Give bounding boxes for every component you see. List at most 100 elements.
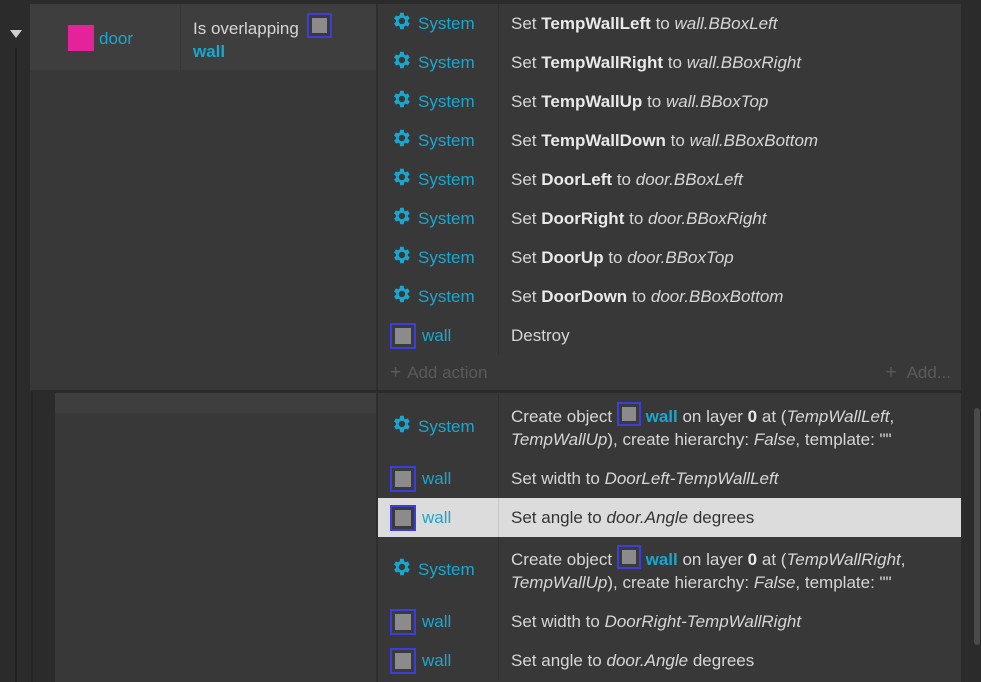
action-object-label: System	[418, 13, 475, 33]
action-verb: Set	[511, 14, 537, 33]
action-object-label: System	[418, 52, 475, 72]
action-connector: to	[608, 248, 623, 267]
wall-sprite-icon	[390, 465, 416, 492]
action-object-label: System	[418, 286, 475, 306]
punctuation: ,	[889, 407, 895, 426]
action-verb: Set	[511, 248, 537, 267]
sub-event-condition-cell[interactable]	[55, 393, 376, 413]
sub-action-row[interactable]: wall Set angle to door.Angle degrees	[378, 498, 961, 537]
action-verb: Set	[511, 209, 537, 228]
wall-sprite-icon	[307, 13, 332, 38]
action-text[interactable]: Destroy	[499, 324, 961, 347]
action-row[interactable]: System Set DoorLeft to door.BBoxLeft	[378, 160, 961, 199]
action-text[interactable]: Set DoorLeft to door.BBoxLeft	[499, 168, 961, 191]
gear-icon	[390, 127, 412, 154]
plus-icon: +	[390, 362, 402, 383]
action-text[interactable]: Set TempWallDown to wall.BBoxBottom	[499, 129, 961, 152]
gear-icon	[390, 556, 412, 583]
action-object-cell[interactable]: System	[378, 413, 498, 440]
action-row[interactable]: System Set TempWallUp to wall.BBoxTop	[378, 82, 961, 121]
action-row[interactable]: System Set DoorUp to door.BBoxTop	[378, 238, 961, 277]
add-action-button[interactable]: Add action	[407, 363, 487, 383]
sub-action-row[interactable]: System Create object wall on layer 0 at (…	[378, 394, 961, 459]
scrollbar-thumb[interactable]	[974, 408, 980, 645]
action-object-cell[interactable]: wall	[378, 647, 498, 674]
action-text[interactable]: Set angle to door.Angle degrees	[499, 506, 961, 529]
action-object-label: System	[418, 247, 475, 267]
action-text[interactable]: Set DoorRight to door.BBoxRight	[499, 207, 961, 230]
action-connector: to	[655, 14, 670, 33]
action-object-cell[interactable]: System	[378, 166, 498, 193]
condition-text: Is overlapping	[193, 19, 299, 38]
sub-action-row[interactable]: wall Set angle to door.Angle degrees	[378, 641, 961, 680]
action-object-cell[interactable]: System	[378, 49, 498, 76]
action-text[interactable]: Create object wall on layer 0 at (TempWa…	[499, 402, 961, 451]
action-row[interactable]: wall Destroy	[378, 316, 961, 355]
expression-value: TempWallLeft	[786, 407, 890, 426]
add-action-bar[interactable]: + Add action + Add...	[378, 358, 961, 388]
action-object-cell[interactable]: wall	[378, 608, 498, 635]
action-row[interactable]: System Set DoorDown to door.BBoxBottom	[378, 277, 961, 316]
punctuation: ,	[900, 550, 906, 569]
wall-sprite-icon	[390, 647, 416, 674]
door-sprite-icon	[68, 25, 94, 51]
action-text[interactable]: Set DoorDown to door.BBoxBottom	[499, 285, 961, 308]
add-more-button[interactable]: Add...	[907, 363, 951, 383]
expression-value: False	[753, 573, 796, 592]
gear-icon	[390, 205, 412, 232]
action-connector: to	[670, 131, 685, 150]
action-object-label: System	[418, 208, 475, 228]
action-connector: on layer	[682, 550, 743, 569]
action-object-label: System	[418, 91, 475, 111]
event-object-label: door	[99, 29, 134, 48]
action-object-label: wall	[422, 507, 452, 527]
action-text[interactable]: Set TempWallLeft to wall.BBoxLeft	[499, 12, 961, 35]
action-row[interactable]: System Set TempWallLeft to wall.BBoxLeft	[378, 4, 961, 43]
action-text[interactable]: Set TempWallRight to wall.BBoxRight	[499, 51, 961, 74]
sub-action-row[interactable]: wall Set width to DoorRight-TempWallRight	[378, 602, 961, 641]
layer-value: 0	[747, 407, 758, 426]
wall-sprite-icon	[616, 402, 641, 426]
action-text[interactable]: Create object wall on layer 0 at (TempWa…	[499, 545, 961, 594]
tree-guide-line	[31, 392, 33, 682]
gear-icon	[390, 49, 412, 76]
action-text[interactable]: Set width to DoorLeft-TempWallLeft	[499, 467, 961, 490]
action-object-cell[interactable]: System	[378, 556, 498, 583]
action-object-cell[interactable]: System	[378, 205, 498, 232]
action-verb: Set	[511, 53, 537, 72]
action-name: Destroy	[511, 326, 570, 345]
action-object-label: System	[418, 169, 475, 189]
action-object-label: System	[418, 559, 475, 579]
action-object-cell[interactable]: System	[378, 127, 498, 154]
action-connector: degrees	[692, 651, 755, 670]
action-connector: to	[629, 209, 644, 228]
plus-icon: +	[885, 362, 897, 383]
gear-icon	[390, 244, 412, 271]
action-verb: Create object	[511, 550, 613, 569]
action-text[interactable]: Set TempWallUp to wall.BBoxTop	[499, 90, 961, 113]
layer-value: 0	[747, 550, 758, 569]
action-object-cell[interactable]: System	[378, 88, 498, 115]
action-object-cell[interactable]: wall	[378, 465, 498, 492]
action-object-cell[interactable]: System	[378, 283, 498, 310]
action-text[interactable]: Set angle to door.Angle degrees	[499, 649, 961, 672]
action-row[interactable]: System Set TempWallRight to wall.BBoxRigh…	[378, 43, 961, 82]
action-object-label: wall	[422, 468, 452, 488]
tree-guide-line	[15, 48, 17, 682]
event-object-cell[interactable]: door	[30, 4, 180, 70]
sub-action-row[interactable]: System Create object wall on layer 0 at (…	[378, 537, 961, 602]
action-object-cell[interactable]: wall	[378, 322, 498, 349]
action-row[interactable]: System Set DoorRight to door.BBoxRight	[378, 199, 961, 238]
action-text[interactable]: Set DoorUp to door.BBoxTop	[499, 246, 961, 269]
action-text[interactable]: Set width to DoorRight-TempWallRight	[499, 610, 961, 633]
action-object-cell[interactable]: wall	[378, 504, 498, 531]
action-row[interactable]: System Set TempWallDown to wall.BBoxBotto…	[378, 121, 961, 160]
sub-action-row[interactable]: wall Set width to DoorLeft-TempWallLeft	[378, 459, 961, 498]
action-connector: to	[647, 92, 662, 111]
collapse-arrow-icon[interactable]	[10, 30, 22, 38]
action-object-cell[interactable]: System	[378, 10, 498, 37]
action-object-cell[interactable]: System	[378, 244, 498, 271]
wall-sprite-icon	[390, 504, 416, 531]
condition-cell[interactable]: Is overlapping wall	[181, 4, 376, 70]
variable-name: DoorLeft	[541, 170, 613, 189]
